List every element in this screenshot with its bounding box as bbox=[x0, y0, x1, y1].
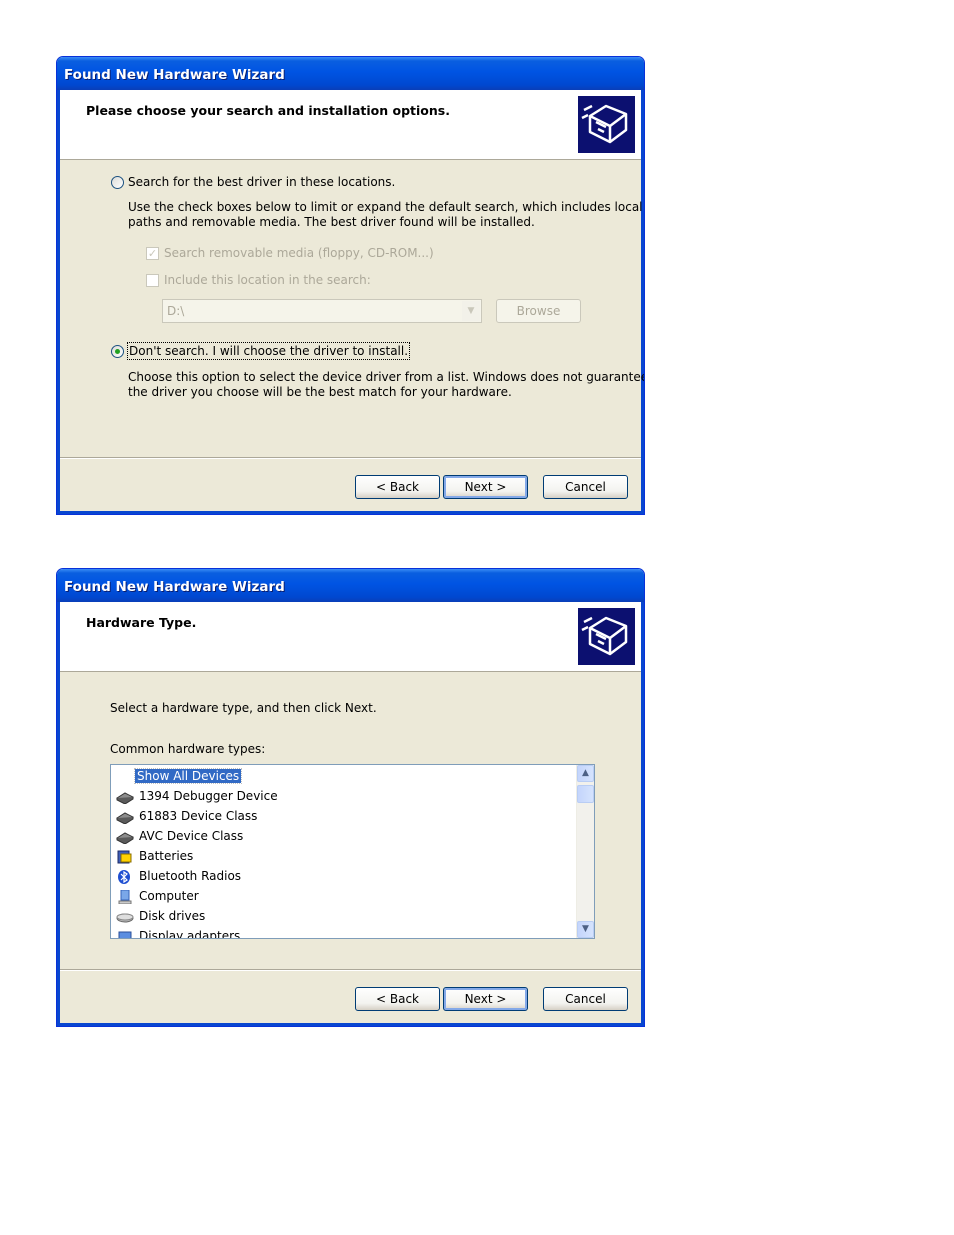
scrollbar-thumb[interactable] bbox=[577, 785, 594, 803]
removable-media-label[interactable]: Search removable media (floppy, CD-ROM..… bbox=[164, 246, 434, 260]
include-location-label[interactable]: Include this location in the search: bbox=[164, 273, 371, 287]
hardware-types-listbox[interactable]: Show All Devices 1394 Debugger Device 61… bbox=[110, 764, 595, 939]
list-item[interactable]: Display adapters bbox=[116, 926, 242, 938]
window-title: Found New Hardware Wizard bbox=[57, 569, 644, 602]
list-item[interactable]: Batteries bbox=[116, 846, 195, 866]
list-item[interactable]: 61883 Device Class bbox=[116, 806, 259, 826]
disk-icon bbox=[116, 913, 134, 922]
search-option-label[interactable]: Search for the best driver in these loca… bbox=[128, 175, 395, 189]
battery-icon bbox=[117, 850, 132, 863]
window-frame-bottom bbox=[57, 511, 644, 514]
page-title: Please choose your search and installati… bbox=[86, 103, 450, 118]
instruction-text: Select a hardware type, and then click N… bbox=[110, 701, 377, 715]
window-title: Found New Hardware Wizard bbox=[57, 57, 644, 90]
location-value: D:\ bbox=[167, 304, 185, 318]
wizard-header: Please choose your search and installati… bbox=[60, 90, 641, 160]
list-item-show-all-devices[interactable]: Show All Devices bbox=[133, 766, 243, 786]
location-combobox[interactable]: D:\ ▼ bbox=[162, 299, 482, 323]
display-icon bbox=[118, 931, 132, 938]
list-item[interactable]: Disk drives bbox=[116, 906, 207, 926]
device-icon bbox=[116, 831, 134, 844]
scroll-down-icon[interactable]: ▼ bbox=[577, 921, 594, 938]
choose-driver-description-2: the driver you choose will be the best m… bbox=[128, 385, 512, 399]
hardware-types-label: Common hardware types: bbox=[110, 742, 266, 756]
search-option-description-1: Use the check boxes below to limit or ex… bbox=[128, 200, 643, 214]
list-item[interactable]: Computer bbox=[116, 886, 201, 906]
cancel-button[interactable]: Cancel bbox=[543, 987, 628, 1011]
bluetooth-icon bbox=[118, 869, 130, 884]
page-title: Hardware Type. bbox=[86, 615, 197, 630]
window-frame-right bbox=[641, 90, 644, 514]
list-item[interactable]: AVC Device Class bbox=[116, 826, 245, 846]
browse-button[interactable]: Browse bbox=[496, 299, 581, 323]
removable-media-checkbox[interactable]: ✓ bbox=[146, 247, 159, 260]
list-item[interactable]: 1394 Debugger Device bbox=[116, 786, 280, 806]
footer-divider bbox=[60, 969, 641, 971]
window-frame-right bbox=[641, 602, 644, 1026]
radio-selected-dot bbox=[115, 349, 120, 354]
search-option-radio[interactable] bbox=[111, 176, 124, 189]
hardware-wizard-icon bbox=[578, 608, 635, 665]
include-location-checkbox[interactable] bbox=[146, 274, 159, 287]
search-option-description-2: paths and removable media. The best driv… bbox=[128, 215, 535, 229]
next-button[interactable]: Next > bbox=[443, 475, 528, 499]
back-button[interactable]: < Back bbox=[355, 987, 440, 1011]
wizard-dialog-search-options: Found New Hardware Wizard Please choose … bbox=[56, 56, 645, 515]
choose-driver-label[interactable]: Don't search. I will choose the driver t… bbox=[126, 342, 411, 360]
window-frame-bottom bbox=[57, 1023, 644, 1026]
device-icon bbox=[116, 811, 134, 824]
wizard-header: Hardware Type. bbox=[60, 602, 641, 672]
back-button[interactable]: < Back bbox=[355, 475, 440, 499]
vertical-scrollbar[interactable]: ▲ ▼ bbox=[576, 765, 594, 938]
chevron-down-icon[interactable]: ▼ bbox=[462, 301, 480, 321]
device-icon bbox=[116, 791, 134, 804]
footer-divider bbox=[60, 457, 641, 459]
computer-icon bbox=[118, 889, 132, 904]
scroll-up-icon[interactable]: ▲ bbox=[577, 765, 594, 782]
wizard-dialog-hardware-type: Found New Hardware Wizard Hardware Type.… bbox=[56, 568, 645, 1027]
hardware-wizard-icon bbox=[578, 96, 635, 153]
next-button[interactable]: Next > bbox=[443, 987, 528, 1011]
cancel-button[interactable]: Cancel bbox=[543, 475, 628, 499]
list-item[interactable]: Bluetooth Radios bbox=[116, 866, 243, 886]
choose-driver-description-1: Choose this option to select the device … bbox=[128, 370, 645, 384]
choose-driver-radio[interactable] bbox=[111, 345, 124, 358]
